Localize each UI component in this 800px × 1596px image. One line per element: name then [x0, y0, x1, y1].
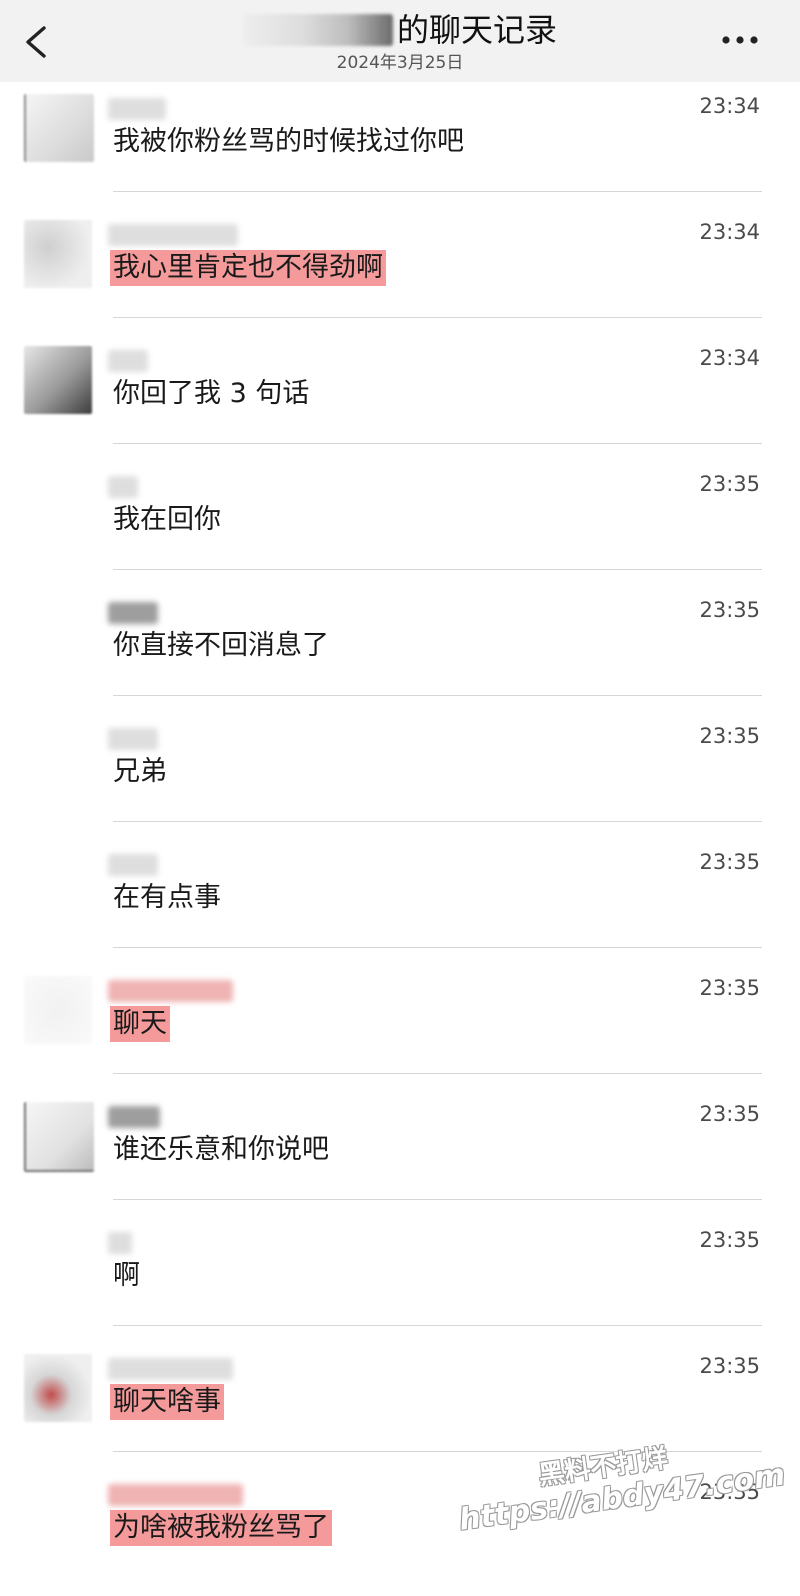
message-text: 我在回你: [113, 504, 221, 535]
message-time: 23:34: [699, 94, 760, 118]
message-text: 我被你粉丝骂的时候找过你吧: [113, 126, 464, 157]
redacted-sender-name: [108, 1232, 132, 1254]
avatar[interactable]: [24, 94, 94, 162]
message-time: 23:35: [699, 1102, 760, 1126]
redacted-sender-name: [108, 1484, 243, 1506]
redacted-sender-name: [108, 476, 138, 498]
redacted-sender-name: [108, 980, 233, 1002]
message-time: 23:35: [699, 850, 760, 874]
chat-message[interactable]: 23:35 我在回你: [0, 462, 800, 588]
divider: [113, 1325, 762, 1326]
chat-message[interactable]: 23:34 我心里肯定也不得劲啊: [0, 210, 800, 336]
avatar[interactable]: [24, 1354, 92, 1422]
more-dots-icon[interactable]: [718, 28, 762, 52]
redacted-contact-name: [242, 14, 393, 46]
message-text: 兄弟: [113, 756, 167, 787]
message-text: 你直接不回消息了: [113, 630, 329, 661]
avatar[interactable]: [24, 1102, 94, 1172]
avatar[interactable]: [24, 220, 92, 288]
message-time: 23:34: [699, 220, 760, 244]
divider: [113, 317, 762, 318]
chat-message[interactable]: 23:35 啊: [0, 1218, 800, 1344]
redacted-sender-name: [108, 854, 158, 876]
message-text-highlighted: 聊天: [110, 1006, 170, 1042]
message-time: 23:35: [699, 1354, 760, 1378]
page-title: 的聊天记录: [0, 10, 800, 50]
redacted-sender-name: [108, 728, 158, 750]
message-time: 23:35: [699, 598, 760, 622]
redacted-sender-name: [108, 224, 238, 246]
chat-message[interactable]: 23:35 兄弟: [0, 714, 800, 840]
message-time: 23:34: [699, 346, 760, 370]
divider: [113, 821, 762, 822]
redacted-sender-name: [108, 1358, 233, 1380]
divider: [113, 947, 762, 948]
chat-message[interactable]: 23:35 谁还乐意和你说吧: [0, 1092, 800, 1218]
page-subtitle-date: 2024年3月25日: [336, 53, 464, 73]
message-text: 你回了我 3 句话: [113, 378, 310, 409]
message-text: 谁还乐意和你说吧: [113, 1134, 329, 1165]
chat-message[interactable]: 23:34 你回了我 3 句话: [0, 336, 800, 462]
chat-message[interactable]: 23:35 在有点事: [0, 840, 800, 966]
message-text-highlighted: 我心里肯定也不得劲啊: [110, 250, 386, 286]
redacted-sender-name: [108, 1106, 160, 1128]
divider: [113, 569, 762, 570]
message-time: 23:35: [699, 1228, 760, 1252]
chat-message[interactable]: 23:35 你直接不回消息了: [0, 588, 800, 714]
page-title-text: 的聊天记录: [396, 11, 557, 49]
message-text: 在有点事: [113, 882, 221, 913]
divider: [113, 1199, 762, 1200]
avatar[interactable]: [24, 976, 92, 1044]
divider: [113, 695, 762, 696]
chat-message[interactable]: 23:35 聊天: [0, 966, 800, 1092]
message-text-highlighted: 为啥被我粉丝骂了: [110, 1510, 332, 1546]
message-time: 23:35: [699, 724, 760, 748]
message-text-highlighted: 聊天啥事: [110, 1384, 224, 1420]
divider: [113, 191, 762, 192]
redacted-sender-name: [108, 98, 166, 120]
header-bar: 的聊天记录 2024年3月25日: [0, 0, 800, 82]
divider: [113, 1073, 762, 1074]
message-text: 啊: [113, 1260, 140, 1291]
redacted-sender-name: [108, 602, 158, 624]
message-time: 23:35: [699, 976, 760, 1000]
divider: [113, 443, 762, 444]
avatar[interactable]: [24, 346, 92, 414]
message-time: 23:35: [699, 472, 760, 496]
redacted-sender-name: [108, 350, 148, 372]
chat-message[interactable]: 23:34 我被你粉丝骂的时候找过你吧: [0, 84, 800, 210]
